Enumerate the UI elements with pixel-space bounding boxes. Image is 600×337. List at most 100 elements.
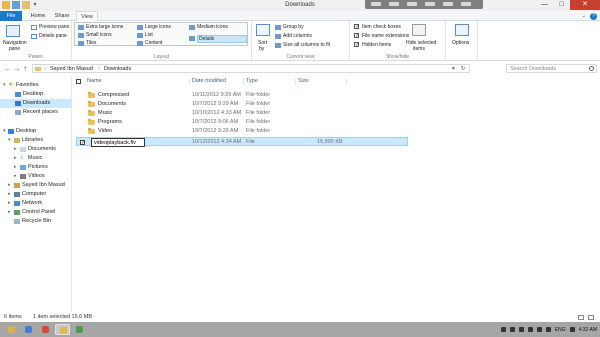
table-row[interactable]: Programs 10/7/2012 9:06 AM File folder (76, 118, 408, 127)
toolbar-icon[interactable] (461, 2, 471, 6)
column-header-type[interactable]: Type (246, 77, 258, 86)
expand-ribbon-icon[interactable]: ⌄ (582, 13, 586, 20)
tab-file[interactable]: File (0, 11, 22, 21)
tab-share[interactable]: Share (51, 11, 73, 21)
tab-home[interactable]: Home (27, 11, 49, 21)
expand-icon[interactable]: ▸ (8, 190, 11, 199)
nav-item-network[interactable]: ▸ Network (0, 199, 72, 208)
collapse-icon[interactable]: ▾ (3, 127, 6, 136)
column-divider[interactable] (189, 78, 190, 85)
toolbar-icon[interactable] (443, 2, 453, 6)
refresh-button[interactable]: ↻ (461, 66, 466, 72)
expand-icon[interactable]: ▸ (14, 172, 17, 181)
explorer-icon (8, 326, 15, 333)
expand-icon[interactable]: ▸ (14, 154, 17, 163)
size-all-columns-button[interactable]: Size all columns to fit (283, 42, 330, 48)
breadcrumb-user[interactable]: Sayed Ibn Masud (50, 66, 93, 72)
minimize-button[interactable]: — (536, 0, 553, 10)
up-button[interactable]: ↑ (23, 64, 27, 73)
layout-details[interactable]: Details (199, 36, 214, 42)
item-check-boxes-checkbox[interactable]: ✓ (354, 24, 359, 30)
back-button[interactable]: ← (4, 64, 12, 73)
nav-item-pictures[interactable]: ▸ Pictures (0, 163, 72, 172)
layout-list[interactable]: List (145, 32, 153, 38)
column-divider[interactable] (243, 78, 244, 85)
keyboard-icon[interactable] (569, 327, 575, 332)
hidden-items-checkbox[interactable]: ✓ (354, 42, 359, 48)
layout-small-icons[interactable]: Small icons (86, 32, 112, 38)
column-header-name[interactable]: Name (87, 77, 102, 86)
collapse-icon[interactable]: ▾ (3, 81, 6, 90)
collapse-icon[interactable]: ▾ (8, 136, 11, 145)
close-button[interactable]: ✕ (570, 0, 600, 10)
expand-icon[interactable]: ▸ (14, 163, 17, 172)
breadcrumb-downloads[interactable]: Downloads (104, 66, 131, 72)
nav-item-videos[interactable]: ▸ Videos (0, 172, 72, 181)
nav-item-computer[interactable]: ▸ Computer (0, 190, 72, 199)
nav-item-recent-places[interactable]: Recent places (0, 108, 72, 117)
expand-icon[interactable]: ▸ (8, 199, 11, 208)
row-checkbox[interactable]: ✓ (80, 140, 85, 146)
expand-icon[interactable]: ▸ (8, 181, 11, 190)
nav-item-downloads[interactable]: Downloads (0, 99, 72, 108)
table-row[interactable]: Video 10/7/2012 9:29 AM File folder (76, 127, 408, 136)
large-icons-view-icon[interactable] (588, 315, 594, 320)
column-divider[interactable] (346, 78, 347, 85)
show-hidden-icons-icon[interactable] (500, 327, 506, 332)
address-bar[interactable]: › Sayed Ibn Masud › Downloads ▾ ↻ (32, 64, 470, 73)
column-header-size[interactable]: Size (298, 77, 309, 86)
nav-item-recycle-bin[interactable]: Recycle Bin (0, 217, 72, 226)
layout-tiles[interactable]: Tiles (86, 40, 96, 46)
tray-app-icon[interactable] (509, 327, 515, 332)
forward-button[interactable]: → (13, 64, 21, 73)
taskbar-app[interactable] (72, 324, 87, 335)
network-icon[interactable] (536, 327, 542, 332)
table-row[interactable]: Music 10/10/2012 4:33 AM File folder (76, 109, 408, 118)
nav-item-documents[interactable]: ▸ Documents (0, 145, 72, 154)
extra-large-icons-icon (78, 25, 84, 30)
column-header-date-modified[interactable]: Date modified (192, 77, 226, 86)
taskbar-app[interactable] (38, 324, 53, 335)
nav-item-user[interactable]: ▸ Sayed Ibn Masud (0, 181, 72, 190)
tray-app-icon[interactable] (518, 327, 524, 332)
taskbar-app-active[interactable] (55, 324, 70, 335)
group-by-button[interactable]: Group by (283, 24, 304, 30)
toolbar-icon[interactable] (425, 2, 435, 6)
layout-extra-large-icons[interactable]: Extra large icons (86, 24, 123, 30)
nav-item-favorites[interactable]: ▾ ★ Favorites (0, 81, 72, 90)
help-icon[interactable]: ? (590, 13, 597, 20)
nav-item-desktop-root[interactable]: ▾ Desktop (0, 127, 72, 136)
column-divider[interactable] (295, 78, 296, 85)
layout-medium-icons[interactable]: Medium icons (197, 24, 228, 30)
toolbar-icon[interactable] (389, 2, 399, 6)
address-dropdown-icon[interactable]: ▾ (452, 66, 455, 72)
nav-item-libraries[interactable]: ▾ Libraries (0, 136, 72, 145)
language-indicator[interactable]: ENG (555, 327, 566, 333)
rename-input[interactable]: videoplayback.flv (91, 138, 145, 147)
table-row-selected[interactable]: ✓ videoplayback.flv 10/12/2012 4:34 AM F… (76, 137, 408, 147)
table-row[interactable]: Compressed 10/11/2012 9:29 AM File folde… (76, 91, 408, 100)
panes-group: Navigation pane Preview pane Details pan… (0, 21, 72, 61)
taskbar-app[interactable] (21, 324, 36, 335)
file-name-extensions-checkbox[interactable]: ✓ (354, 33, 359, 39)
nav-item-control-panel[interactable]: ▸ Control Panel (0, 208, 72, 217)
nav-item-music[interactable]: ▸ ♪ Music (0, 154, 72, 163)
nav-item-desktop[interactable]: Desktop (0, 90, 72, 99)
flag-icon[interactable] (527, 327, 533, 332)
details-view-icon[interactable] (578, 315, 584, 320)
taskbar-app[interactable] (4, 324, 19, 335)
volume-icon[interactable] (545, 327, 551, 332)
toolbar-icon[interactable] (371, 2, 381, 6)
expand-icon[interactable]: ▸ (14, 145, 17, 154)
table-row[interactable]: Documents 10/7/2012 9:29 AM File folder (76, 100, 408, 109)
add-columns-button[interactable]: Add columns (283, 33, 312, 39)
toolbar-icon[interactable] (407, 2, 417, 6)
search-box[interactable]: Search Downloads (506, 64, 597, 73)
search-input[interactable]: Search Downloads (510, 66, 556, 72)
nav-item-label: Downloads (23, 100, 51, 106)
layout-content[interactable]: Content (145, 40, 163, 46)
clock[interactable]: 4:32 AM (579, 327, 597, 333)
expand-icon[interactable]: ▸ (8, 208, 11, 217)
maximize-button[interactable]: □ (553, 0, 570, 10)
layout-large-icons[interactable]: Large icons (145, 24, 171, 30)
